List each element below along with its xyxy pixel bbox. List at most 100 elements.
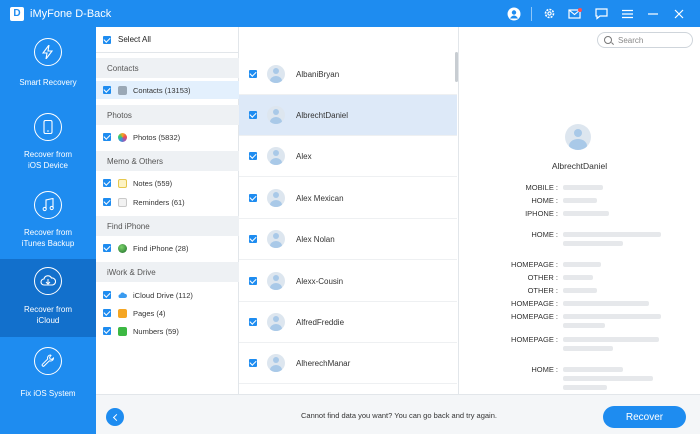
cloud-icon [34, 267, 62, 295]
table-row[interactable]: AlbaniBryan [239, 54, 457, 95]
table-row[interactable]: Alex Mexican [239, 178, 457, 219]
category-checkbox[interactable] [103, 86, 111, 94]
category-checkbox[interactable] [103, 327, 111, 335]
title-separator [531, 6, 532, 21]
notes-icon [118, 178, 127, 188]
row-checkbox[interactable] [249, 277, 257, 285]
row-checkbox[interactable] [249, 111, 257, 119]
reminders-icon [118, 197, 127, 207]
user-icon[interactable] [501, 0, 527, 27]
category-item-pages[interactable]: Pages (4) [96, 304, 239, 322]
field-label: HOMEPAGE : [511, 312, 558, 321]
table-row[interactable]: AlherechManar [239, 343, 457, 384]
row-checkbox[interactable] [249, 318, 257, 326]
redacted-value [563, 185, 603, 190]
table-row[interactable]: Alex Nolan [239, 219, 457, 260]
category-checkbox[interactable] [103, 309, 111, 317]
category-header-memo: Memo & Others [96, 151, 239, 171]
phone-icon [34, 113, 62, 141]
sidebar-item-itunes-backup[interactable]: Recover from iTunes Backup [0, 189, 96, 267]
category-label: Pages (4) [133, 308, 166, 318]
category-label: Numbers (59) [133, 326, 179, 336]
icloud-drive-icon [118, 291, 127, 300]
category-label: iCloud Drive (112) [133, 290, 193, 300]
category-checkbox[interactable] [103, 179, 111, 187]
sidebar-item-label: Fix iOS System [20, 389, 76, 398]
contact-list: AlbaniBryan AlbrechtDaniel Alex Alex Mex… [239, 27, 459, 394]
footer-hint: Cannot find data you want? You can go ba… [301, 411, 497, 420]
redacted-value [563, 301, 649, 306]
title-bar: D iMyFone D-Back [0, 0, 700, 27]
gear-icon[interactable] [536, 0, 562, 27]
redacted-value [563, 198, 597, 203]
category-checkbox[interactable] [103, 198, 111, 206]
category-item-numbers[interactable]: Numbers (59) [96, 322, 239, 340]
category-item-icloud-drive[interactable]: iCloud Drive (112) [96, 286, 239, 304]
table-row[interactable]: AlfredFreddie [239, 302, 457, 343]
contact-name: Alex Mexican [296, 193, 344, 203]
table-row[interactable]: AlbrechtDaniel [239, 95, 457, 136]
category-checkbox[interactable] [103, 133, 111, 141]
avatar [267, 313, 285, 331]
category-item-notes[interactable]: Notes (559) [96, 174, 239, 192]
sidebar-item-label: Recover from iOS Device [23, 150, 72, 170]
sidebar-item-ios-device[interactable]: Recover from iOS Device [0, 111, 96, 189]
contacts-icon [118, 85, 127, 95]
sidebar-item-smart-recovery[interactable]: Smart Recovery [0, 27, 96, 105]
detail-contact-name: AlbrechtDaniel [551, 161, 608, 171]
mail-icon[interactable] [562, 0, 588, 27]
recover-button[interactable]: Recover [603, 406, 686, 428]
redacted-value [563, 262, 601, 267]
search-input[interactable] [618, 35, 688, 45]
list-scrollbar[interactable] [455, 52, 458, 82]
photos-icon [118, 132, 127, 142]
wrench-icon [34, 347, 62, 375]
category-item-find-iphone[interactable]: Find iPhone (28) [96, 239, 239, 257]
category-item-reminders[interactable]: Reminders (61) [96, 193, 239, 211]
category-label: Notes (559) [133, 178, 173, 188]
numbers-icon [118, 326, 127, 336]
avatar [267, 272, 285, 290]
redacted-value [563, 367, 623, 372]
field-label: HOMEPAGE : [511, 260, 558, 269]
category-item-contacts[interactable]: Contacts (13153) [96, 81, 239, 99]
contact-name: AlbaniBryan [296, 69, 340, 79]
redacted-value [563, 376, 653, 381]
category-checkbox[interactable] [103, 291, 111, 299]
avatar [267, 65, 285, 83]
table-row[interactable]: Alexx-Cousin [239, 261, 457, 302]
search-icon [604, 36, 612, 44]
row-checkbox[interactable] [249, 235, 257, 243]
menu-icon[interactable] [614, 0, 640, 27]
category-label: Reminders (61) [133, 197, 185, 207]
category-item-photos[interactable]: Photos (5832) [96, 128, 239, 146]
select-all-row[interactable]: Select All [96, 27, 239, 53]
pages-icon [118, 308, 127, 318]
avatar [267, 189, 285, 207]
field-label: IPHONE : [525, 209, 558, 218]
feedback-icon[interactable] [588, 0, 614, 27]
row-checkbox[interactable] [249, 152, 257, 160]
sidebar-item-fix-ios[interactable]: Fix iOS System [0, 343, 96, 421]
select-all-label: Select All [118, 35, 151, 44]
sidebar-item-icloud[interactable]: Recover from iCloud [0, 259, 96, 337]
field-label: OTHER : [527, 273, 558, 282]
app-title: iMyFone D-Back [30, 7, 112, 20]
table-row[interactable]: Alex [239, 136, 457, 177]
select-all-checkbox[interactable] [103, 35, 111, 44]
close-icon[interactable] [666, 0, 692, 27]
row-checkbox[interactable] [249, 70, 257, 78]
avatar [267, 354, 285, 372]
row-checkbox[interactable] [249, 359, 257, 367]
redacted-value [563, 314, 661, 319]
search-box[interactable] [597, 32, 693, 48]
back-button[interactable] [106, 408, 124, 426]
row-checkbox[interactable] [249, 194, 257, 202]
category-header-iwork: iWork & Drive [96, 262, 239, 282]
category-checkbox[interactable] [103, 244, 111, 252]
minimize-icon[interactable] [640, 0, 666, 27]
app-logo-icon: D [10, 6, 24, 21]
contact-name: Alexx-Cousin [296, 276, 344, 286]
redacted-value [563, 241, 623, 246]
field-label: OTHER : [527, 286, 558, 295]
